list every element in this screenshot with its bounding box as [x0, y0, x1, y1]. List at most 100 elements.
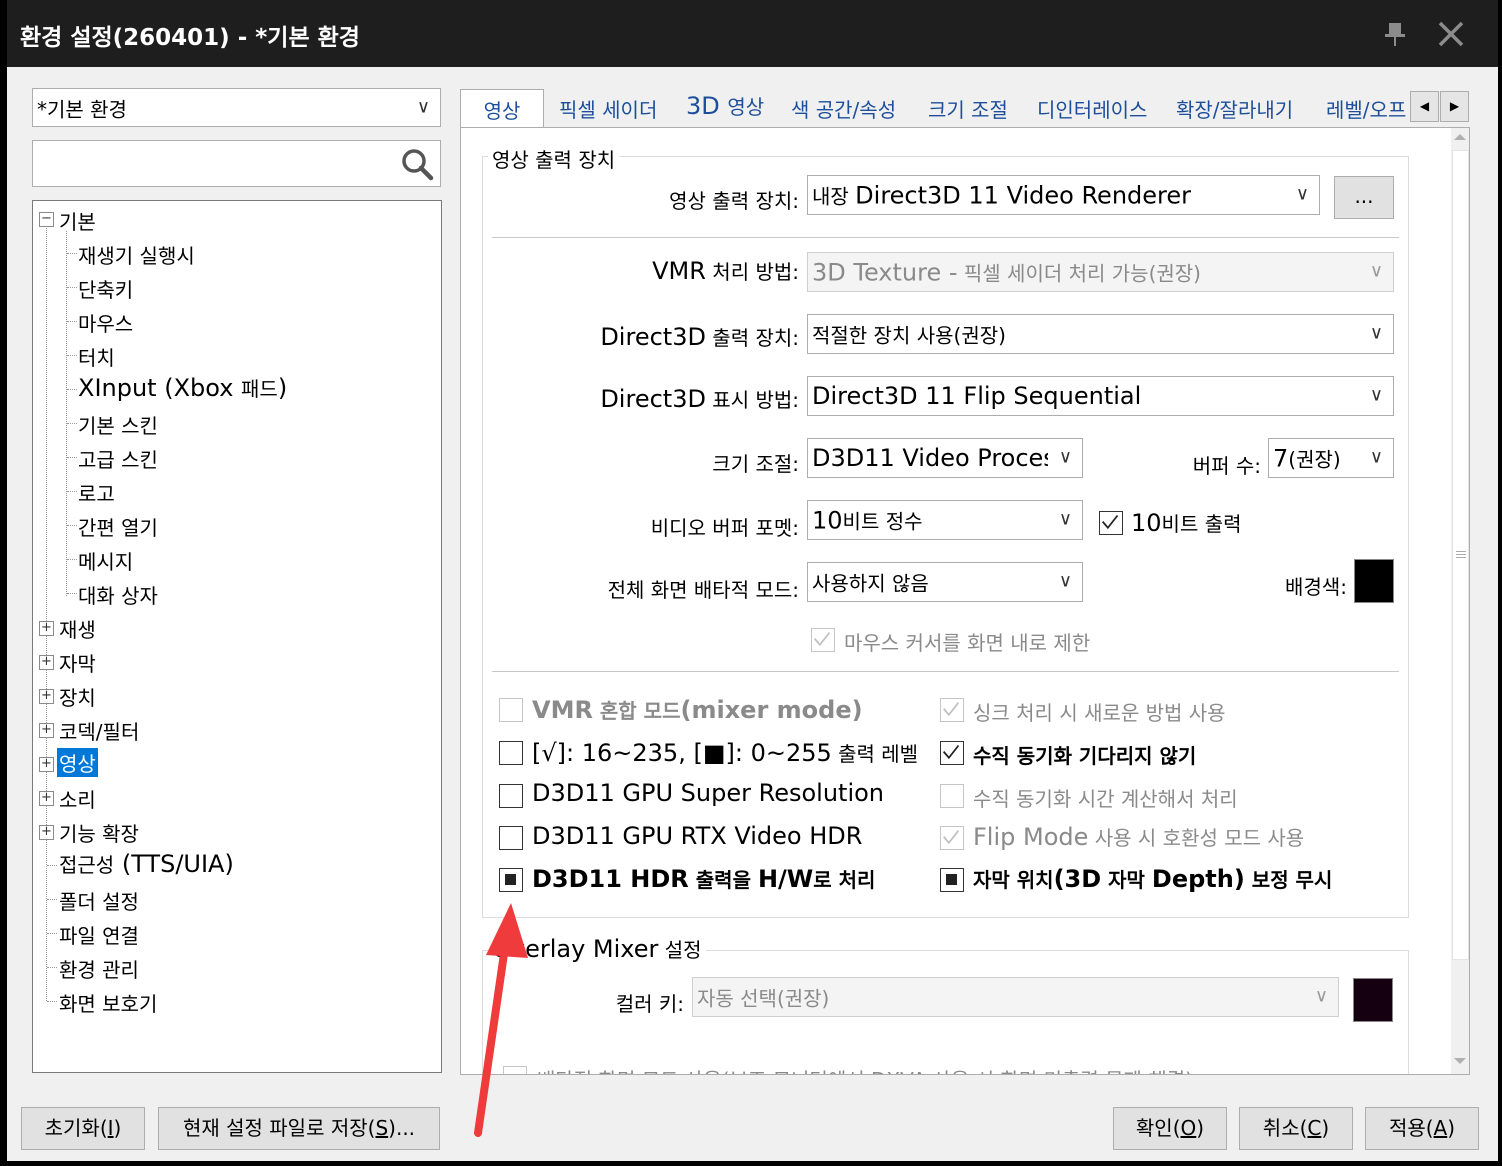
tab-scroll-right-button[interactable]: ▶ — [1440, 91, 1469, 122]
tree-expand-icon[interactable]: + — [39, 825, 54, 840]
sub-depth-checkbox[interactable] — [940, 868, 964, 892]
tree-item[interactable]: 파일 연결 — [59, 920, 139, 949]
super-resolution-checkbox[interactable] — [499, 784, 523, 808]
tree-item[interactable]: 고급 스킨 — [78, 444, 158, 473]
tab-3d-video[interactable]: 3D 영상 — [686, 89, 764, 127]
chevron-down-icon: ∨ — [416, 95, 430, 117]
chevron-down-icon: ∨ — [1369, 446, 1383, 468]
d3d-device-select[interactable]: 적절한 장치 사용(권장) ∨ — [807, 314, 1394, 354]
tree-item[interactable]: 메시지 — [78, 546, 133, 575]
tree-item[interactable]: 코덱/필터 — [59, 716, 139, 745]
rtx-hdr-label: D3D11 GPU RTX Video HDR — [532, 822, 863, 850]
settings-tree[interactable]: − 기본 재생기 실행시 단축키 마우스 터치 XInput (Xbox 패드)… — [32, 200, 442, 1073]
pin-icon[interactable] — [1381, 20, 1409, 48]
tree-expand-icon[interactable]: + — [39, 723, 54, 738]
vmr-method-value: 3D Texture - 픽셀 세이더 처리 가능(권장) — [812, 258, 1201, 287]
hdr-hw-checkbox[interactable] — [499, 868, 523, 892]
tree-item[interactable]: 폴더 설정 — [59, 886, 139, 915]
ok-button[interactable]: 확인(O) — [1113, 1107, 1227, 1150]
chevron-down-icon: ∨ — [1369, 384, 1383, 406]
check-icon — [942, 701, 960, 717]
content-scrollbar[interactable] — [1451, 128, 1469, 1074]
resize-value: D3D11 Video Proces — [812, 444, 1048, 472]
title-bar[interactable]: 환경 설정(260401) - *기본 환경 — [7, 0, 1498, 67]
scroll-down-icon[interactable] — [1454, 1058, 1466, 1064]
tree-item-basic[interactable]: 기본 — [59, 206, 96, 235]
reset-button[interactable]: 초기화(I) — [21, 1107, 145, 1150]
device-label: 영상 출력 장치: — [669, 189, 799, 213]
close-icon[interactable] — [1435, 18, 1467, 50]
search-input[interactable] — [32, 140, 441, 187]
tab-scroll-left-button[interactable]: ◀ — [1410, 91, 1439, 122]
colorkey-swatch[interactable] — [1353, 978, 1393, 1022]
tab-pixel-shader[interactable]: 픽셀 세이더 — [559, 89, 657, 127]
tree-item[interactable]: 재생기 실행시 — [78, 240, 195, 269]
search-icon[interactable] — [400, 147, 434, 181]
chevron-down-icon: ∨ — [1058, 570, 1072, 592]
tree-item[interactable]: 로고 — [78, 478, 115, 507]
fullscreen-mode-select[interactable]: 사용하지 않음 ∨ — [807, 562, 1083, 602]
bgcolor-swatch[interactable] — [1354, 559, 1394, 603]
tree-item[interactable]: 자막 — [59, 648, 96, 677]
tree-item[interactable]: 마우스 — [78, 308, 133, 337]
save-to-file-button[interactable]: 현재 설정 파일로 저장(S)... — [158, 1107, 440, 1150]
video-buffer-format-label: 비디오 버퍼 포멧: — [650, 516, 799, 540]
tree-item[interactable]: 간편 열기 — [78, 512, 158, 541]
bgcolor-label: 배경색: — [1285, 575, 1347, 599]
scroll-thumb[interactable] — [1452, 150, 1469, 960]
tab-resize[interactable]: 크기 조절 — [928, 89, 1008, 127]
buffer-count-label: 버퍼 수: — [1192, 454, 1261, 478]
tab-expand-crop[interactable]: 확장/잘라내기 — [1176, 89, 1293, 127]
buffer-count-select[interactable]: 7(권장) ∨ — [1268, 438, 1394, 478]
apply-button[interactable]: 적용(A) — [1365, 1107, 1479, 1150]
tree-expand-icon[interactable]: + — [39, 621, 54, 636]
no-vsync-wait-label: 수직 동기화 기다리지 않기 — [973, 744, 1197, 768]
window-title: 환경 설정(260401) - *기본 환경 — [20, 25, 360, 51]
tree-item[interactable]: 접근성 (TTS/UIA) — [59, 849, 234, 878]
no-vsync-wait-checkbox[interactable] — [940, 741, 964, 765]
video-buffer-format-select[interactable]: 10비트 정수 ∨ — [807, 500, 1083, 540]
colorkey-label: 컬러 키: — [615, 992, 684, 1016]
tree-item[interactable]: 단축키 — [78, 274, 133, 303]
sub-depth-label: 자막 위치(3D 자막 Depth) 보정 무시 — [973, 865, 1333, 893]
profile-select[interactable]: *기본 환경 ∨ — [32, 88, 441, 127]
tree-item[interactable]: 터치 — [78, 342, 115, 371]
device-more-button[interactable]: ... — [1334, 176, 1394, 219]
tab-video[interactable]: 영상 — [460, 89, 544, 129]
output-device-value: 내장 Direct3D 11 Video Renderer — [812, 181, 1191, 210]
tab-level[interactable]: 레벨/오프 — [1326, 89, 1410, 127]
exclusive-mode-checkbox — [503, 1066, 527, 1074]
tree-item[interactable]: 화면 보호기 — [59, 988, 157, 1017]
tree-item-selected[interactable]: 영상 — [57, 748, 98, 777]
tab-deinterlace[interactable]: 디인터레이스 — [1037, 89, 1147, 127]
tree-item[interactable]: XInput (Xbox 패드) — [78, 373, 287, 402]
check-icon — [813, 631, 831, 647]
resize-select[interactable]: D3D11 Video Proces ∨ — [807, 438, 1083, 478]
tab-color-space[interactable]: 색 공간/속성 — [791, 89, 896, 127]
tree-collapse-icon[interactable]: − — [39, 212, 54, 227]
tree-expand-icon[interactable]: + — [39, 757, 54, 772]
output-device-select[interactable]: 내장 Direct3D 11 Video Renderer ∨ — [807, 175, 1320, 215]
hdr-hw-label: D3D11 HDR 출력을 H/W로 처리 — [532, 865, 876, 893]
d3d-display-select[interactable]: Direct3D 11 Flip Sequential ∨ — [807, 376, 1394, 416]
tree-item[interactable]: 환경 관리 — [59, 954, 139, 983]
bit10-output-checkbox[interactable] — [1099, 511, 1123, 535]
d3d-device-label: Direct3D 출력 장치: — [600, 323, 799, 351]
cancel-button[interactable]: 취소(C) — [1239, 1107, 1353, 1150]
level-checkbox[interactable] — [499, 741, 523, 765]
chevron-down-icon: ∨ — [1369, 260, 1383, 282]
buffer-count-value: 7(권장) — [1273, 444, 1341, 473]
tree-item[interactable]: 대화 상자 — [78, 580, 158, 609]
tree-item[interactable]: 소리 — [59, 784, 96, 813]
tree-expand-icon[interactable]: + — [39, 689, 54, 704]
rtx-hdr-checkbox[interactable] — [499, 826, 523, 850]
vsync-calc-label: 수직 동기화 시간 계산해서 처리 — [973, 787, 1238, 811]
tree-item[interactable]: 기본 스킨 — [78, 410, 158, 439]
tree-item[interactable]: 재생 — [59, 614, 96, 643]
scroll-up-icon[interactable] — [1454, 134, 1466, 140]
colorkey-select: 자동 선택(권장) ∨ — [692, 977, 1339, 1017]
tree-item[interactable]: 기능 확장 — [59, 818, 139, 847]
tree-item[interactable]: 장치 — [59, 682, 96, 711]
tree-expand-icon[interactable]: + — [39, 655, 54, 670]
tree-expand-icon[interactable]: + — [39, 791, 54, 806]
